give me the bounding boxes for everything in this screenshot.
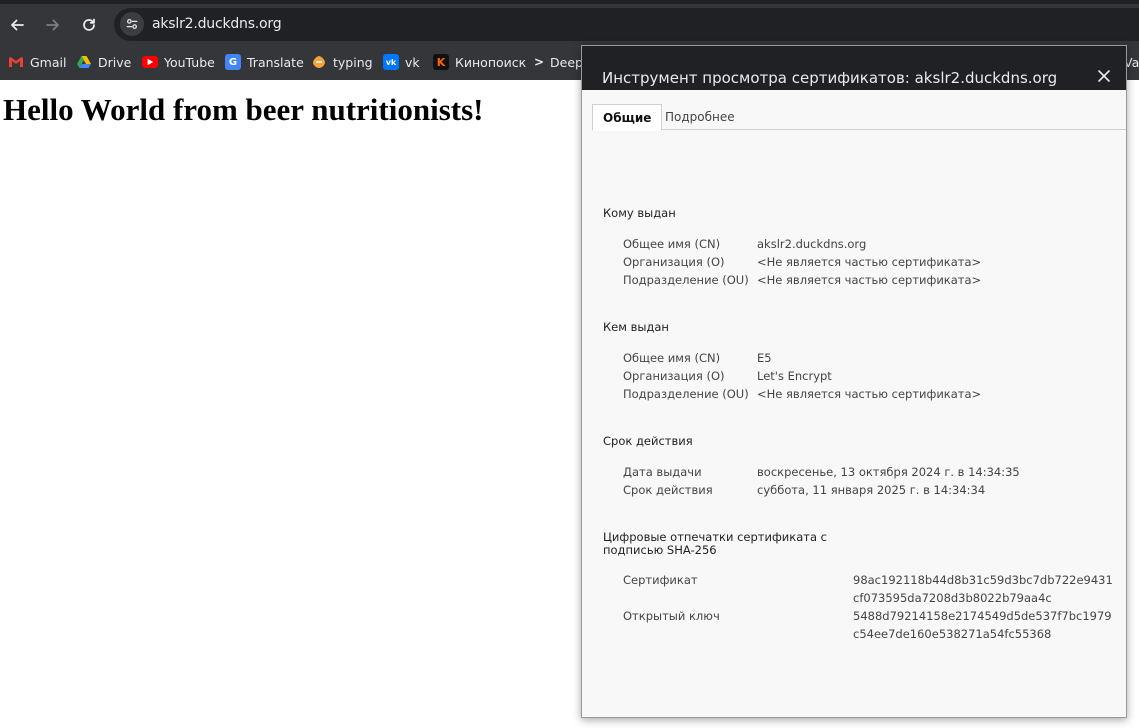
deepl-icon: > [533, 55, 545, 69]
reload-icon [83, 18, 95, 31]
browser-toolbar: akslr2.duckdns.org [0, 0, 1139, 44]
field-label: Срок действия [623, 483, 713, 497]
bookmark-translate[interactable]: G Translate [225, 53, 304, 71]
bookmark-typing[interactable]: typing [311, 53, 373, 71]
dialog-title: Инструмент просмотра сертификатов: akslr… [602, 69, 1058, 87]
address-bar[interactable]: akslr2.duckdns.org [114, 8, 1139, 41]
field-value: E5 [757, 351, 772, 365]
youtube-icon [142, 56, 158, 68]
tune-icon [126, 19, 138, 29]
dialog-body: Общие Подробнее Кому выдан Общее имя (CN… [582, 90, 1126, 717]
close-icon [1098, 70, 1110, 82]
typing-icon [311, 54, 327, 70]
field-value: akslr2.duckdns.org [757, 237, 867, 251]
url-text[interactable]: akslr2.duckdns.org [152, 16, 282, 32]
bookmark-vk[interactable]: vk vk [383, 53, 420, 71]
bookmark-kinopoisk[interactable]: K Кинопоиск [433, 53, 526, 71]
page-heading: Hello World from beer nutritionists! [3, 92, 484, 127]
bookmark-label: typing [333, 54, 373, 70]
field-label: Подразделение (OU) [623, 273, 749, 287]
bookmark-label: Кинопоиск [455, 54, 527, 70]
bookmark-drive[interactable]: Drive [76, 53, 131, 71]
field-label: Организация (O) [623, 369, 725, 383]
issued-to-title: Кому выдан [603, 206, 676, 220]
arrow-left-icon [11, 19, 24, 31]
bookmark-label: YouTube [164, 54, 215, 70]
bookmark-label: Gmail [30, 54, 67, 70]
bookmark-label: Drive [98, 54, 132, 70]
bookmark-deepl[interactable]: > Deep [534, 53, 583, 71]
close-button[interactable] [1096, 68, 1112, 84]
bookmark-label: Deep [550, 54, 583, 70]
gmail-icon [8, 54, 24, 70]
tab-bar: Общие Подробнее [592, 104, 1126, 131]
dialog-titlebar: Инструмент просмотра сертификатов: akslr… [582, 46, 1126, 90]
tab-general[interactable]: Общие [592, 104, 663, 131]
bookmark-gmail[interactable]: Gmail [8, 53, 66, 71]
field-label: Общее имя (CN) [623, 237, 721, 251]
field-value: <Не является частью сертификата> [757, 273, 982, 287]
field-value: <Не является частью сертификата> [757, 255, 982, 269]
back-button[interactable] [6, 14, 28, 36]
field-label: Сертификат [623, 573, 698, 587]
field-label: Открытый ключ [623, 609, 720, 623]
certificate-viewer-dialog: Инструмент просмотра сертификатов: akslr… [581, 45, 1127, 718]
field-value: <Не является частью сертификата> [757, 387, 982, 401]
bookmark-label: vk [405, 54, 420, 70]
tab-details[interactable]: Подробнее [655, 104, 745, 130]
drive-icon [76, 54, 92, 70]
public-key-fingerprint: 5488d79214158e2174549d5de537f7bc1979c54e… [853, 609, 1112, 641]
field-label: Общее имя (CN) [623, 351, 721, 365]
issued-by-title: Кем выдан [603, 320, 669, 334]
vk-icon: vk [383, 54, 399, 70]
field-value: суббота, 11 января 2025 г. в 14:34:34 [757, 483, 986, 497]
fingerprints-title: Цифровые отпечатки сертификата с подпись… [603, 530, 827, 557]
reload-button[interactable] [78, 14, 100, 36]
field-value: воскресенье, 13 октября 2024 г. в 14:34:… [757, 465, 1020, 479]
forward-button[interactable] [42, 14, 64, 36]
field-label: Дата выдачи [623, 465, 702, 479]
validity-title: Срок действия [603, 434, 693, 448]
field-label: Подразделение (OU) [623, 387, 749, 401]
certificate-fingerprint: 98ac192118b44d8b31c59d3bc7db722e9431cf07… [853, 573, 1113, 605]
translate-icon: G [225, 54, 241, 70]
site-info-button[interactable] [120, 12, 144, 36]
field-value: Let's Encrypt [757, 369, 832, 383]
kinopoisk-icon: K [433, 54, 449, 70]
bookmark-youtube[interactable]: YouTube [142, 53, 215, 71]
bookmark-label: Translate [247, 54, 304, 70]
field-label: Организация (O) [623, 255, 725, 269]
arrow-right-icon [46, 19, 59, 31]
